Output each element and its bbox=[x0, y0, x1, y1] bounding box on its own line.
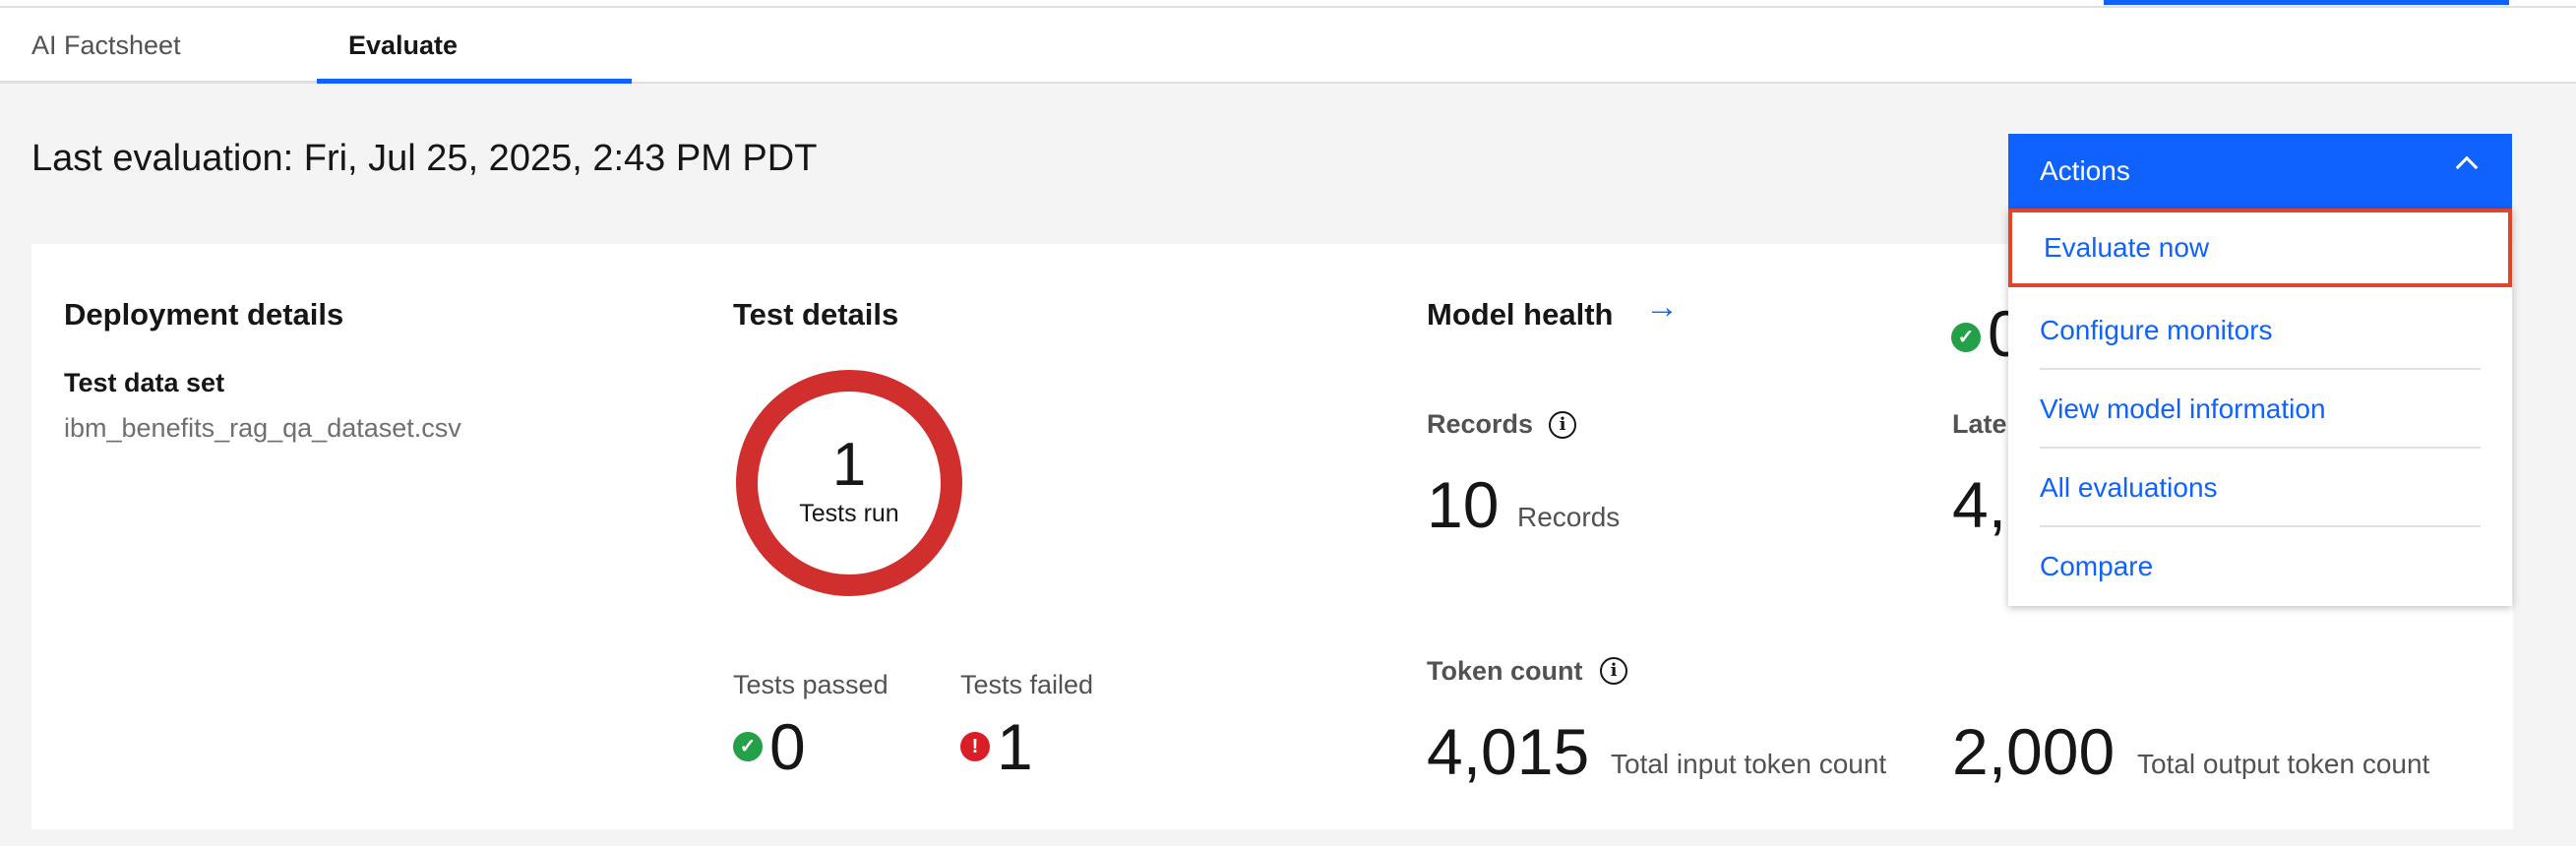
output-token-label: Total output token count bbox=[2137, 749, 2430, 779]
arrow-right-icon[interactable]: → bbox=[1645, 290, 1679, 324]
test-data-set-label: Test data set bbox=[64, 368, 225, 397]
test-details-title: Test details bbox=[733, 297, 899, 332]
deployment-details-title: Deployment details bbox=[64, 297, 344, 332]
top-accent-bar bbox=[2104, 0, 2509, 5]
token-count-label: Token count bbox=[1427, 656, 1583, 686]
actions-button[interactable]: Actions bbox=[2008, 134, 2512, 209]
menu-item-all-evaluations[interactable]: All evaluations bbox=[2040, 449, 2481, 527]
model-health-title: Model health bbox=[1427, 297, 1614, 332]
latency-label-partial: Late bbox=[1952, 409, 2007, 439]
tests-failed-count: 1 bbox=[997, 710, 1033, 783]
tab-bar: AI Factsheet Evaluate bbox=[0, 8, 2576, 84]
input-token-label: Total input token count bbox=[1611, 749, 1887, 779]
records-unit: Records bbox=[1517, 502, 1621, 532]
chevron-up-icon bbox=[2455, 155, 2479, 179]
actions-button-label: Actions bbox=[2040, 155, 2130, 186]
tests-failed-label: Tests failed bbox=[960, 670, 1094, 699]
menu-item-evaluate-now[interactable]: Evaluate now bbox=[2008, 209, 2512, 287]
info-icon[interactable]: i bbox=[1600, 657, 1627, 685]
actions-menu: Evaluate now Configure monitors View mod… bbox=[2008, 209, 2512, 606]
input-token-count: 4,015 bbox=[1427, 715, 1590, 788]
tab-ai-factsheet[interactable]: AI Factsheet bbox=[0, 8, 317, 84]
tab-evaluate[interactable]: Evaluate bbox=[317, 8, 632, 84]
info-icon[interactable]: i bbox=[1549, 411, 1576, 439]
last-evaluation-heading: Last evaluation: Fri, Jul 25, 2025, 2:43… bbox=[31, 138, 818, 179]
records-value: 10 bbox=[1427, 468, 1500, 541]
records-label: Records bbox=[1427, 409, 1534, 439]
menu-item-view-model-information[interactable]: View model information bbox=[2040, 370, 2481, 449]
menu-item-configure-monitors[interactable]: Configure monitors bbox=[2040, 291, 2481, 370]
output-token-count: 2,000 bbox=[1952, 715, 2116, 788]
check-circle-icon: ✓ bbox=[733, 732, 763, 761]
latency-value-partial: 4, bbox=[1952, 468, 2007, 541]
tests-run-label: Tests run bbox=[799, 500, 899, 527]
tests-passed-label: Tests passed bbox=[733, 670, 889, 699]
check-circle-icon: ✓ bbox=[1951, 323, 1981, 352]
test-data-set-value: ibm_benefits_rag_qa_dataset.csv bbox=[64, 413, 461, 443]
tests-run-count: 1 bbox=[831, 431, 867, 499]
error-circle-icon: ! bbox=[960, 732, 990, 761]
tests-passed-count: 0 bbox=[769, 710, 806, 783]
menu-item-compare[interactable]: Compare bbox=[2040, 527, 2481, 606]
